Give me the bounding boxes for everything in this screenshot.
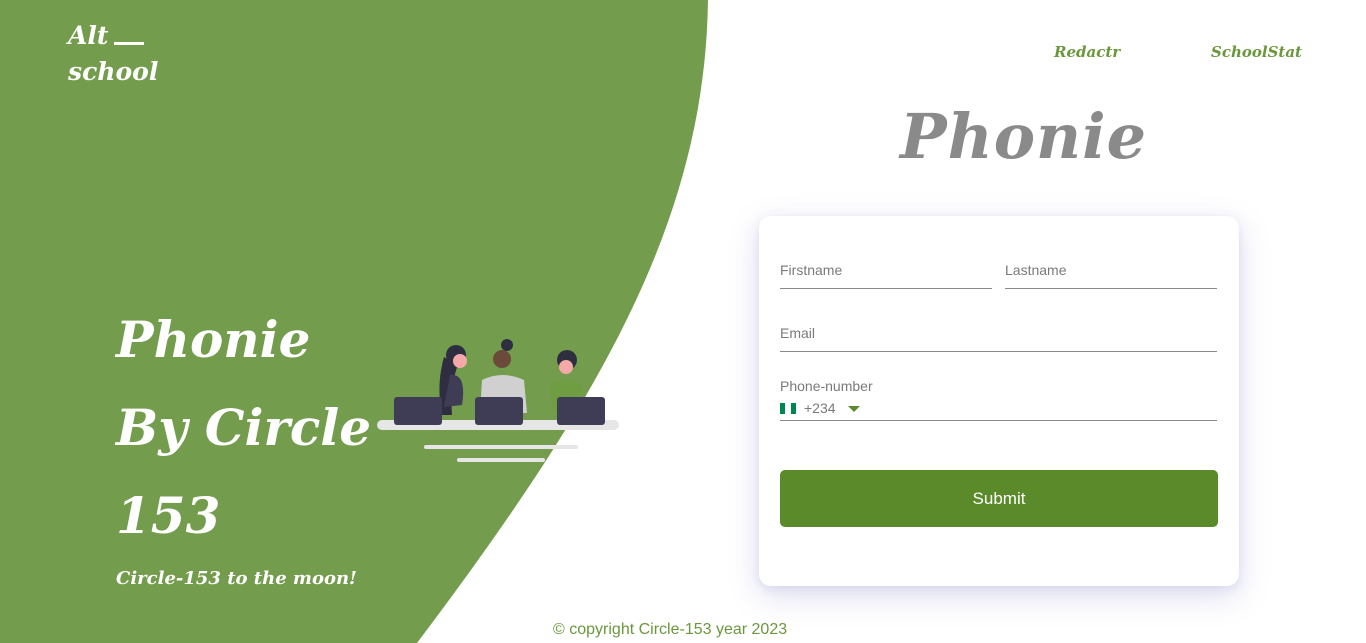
chevron-down-icon[interactable] — [847, 406, 860, 412]
email-label: Email — [780, 325, 816, 341]
phone-country-code: +234 — [804, 400, 836, 416]
firstname-label: Firstname — [780, 262, 843, 278]
email-field[interactable]: Email — [780, 325, 1217, 352]
altschool-logo[interactable]: Alt school — [68, 18, 158, 90]
phone-label: Phone-number — [780, 378, 873, 394]
nigeria-flag-icon — [780, 402, 796, 414]
logo-text-school: school — [68, 57, 159, 86]
hero-section: Phonie By Circle 153 Circle-153 to the m… — [116, 296, 396, 589]
brand-title: Phonie — [900, 100, 1148, 173]
lastname-field[interactable]: Lastname — [1005, 262, 1217, 289]
nav-link-schoolstat[interactable]: SchoolStat — [1211, 43, 1302, 61]
logo-text-alt: Alt — [68, 21, 109, 50]
team-illustration — [377, 339, 619, 462]
country-code-select[interactable]: +234 — [780, 400, 1217, 416]
firstname-field[interactable]: Firstname — [780, 262, 992, 289]
submit-button[interactable]: Submit — [780, 470, 1218, 527]
nav-link-redactr[interactable]: Redactr — [1054, 43, 1120, 61]
hero-subtitle: Circle-153 to the moon! — [116, 568, 357, 589]
lastname-label: Lastname — [1005, 262, 1067, 278]
phone-field[interactable]: Phone-number +234 — [780, 378, 1217, 421]
hero-title: Phonie By Circle 153 — [116, 310, 372, 545]
signup-form: Firstname Lastname Email Phone-number +2… — [759, 216, 1239, 586]
logo-dash — [114, 42, 145, 45]
footer-copyright: © copyright Circle-153 year 2023 — [553, 621, 788, 638]
